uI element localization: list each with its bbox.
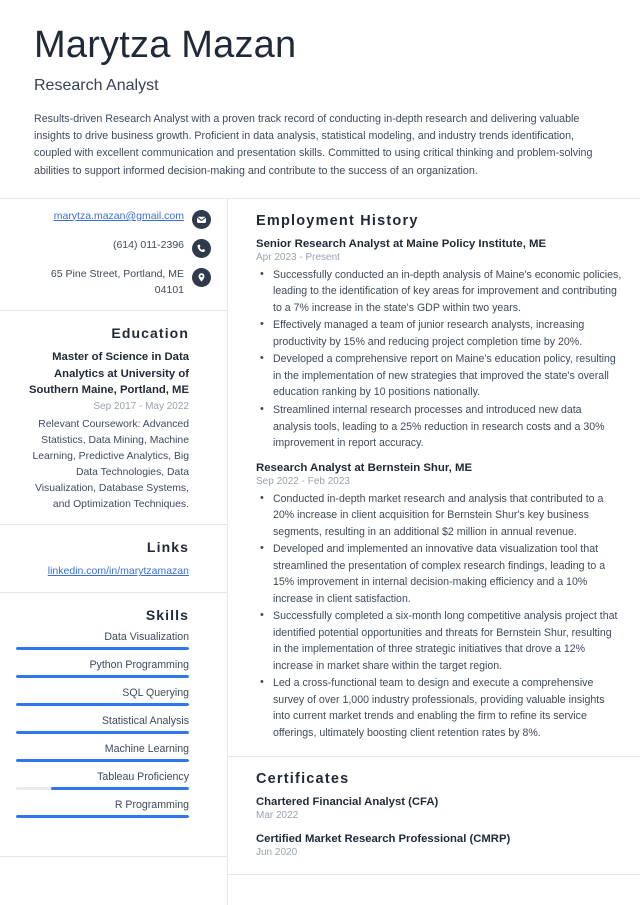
employment-entry-date: Sep 2022 - Feb 2023 [256,475,350,487]
location-pin-icon [192,267,211,287]
phone-icon [192,238,211,258]
employment-entry-title: Research Analyst at Bernstein Shur, ME [256,461,473,474]
employment-history-section: Employment History Senior Research Analy… [228,199,640,758]
certificate-date: Mar 2022 [256,810,299,822]
education-date: Sep 2017 - May 2022 [93,401,189,413]
bullet-item: Developed a comprehensive report on Main… [260,350,622,401]
employment-entry-bullets: Successfully conducted an in-depth analy… [256,266,622,452]
certificate-name: Chartered Financial Analyst (CFA) [256,796,439,809]
skill-item: Python Programming [16,659,189,679]
skill-label: Data Visualization [104,631,189,644]
employment-entry: Senior Research Analyst at Maine Policy … [256,238,622,452]
sidebar-bottom-divider [0,839,227,858]
skill-bar [16,815,189,819]
certificate-entry: Chartered Financial Analyst (CFA) Mar 20… [256,796,622,821]
certificates-title: Certificates [256,771,350,788]
employment-entry-title: Senior Research Analyst at Maine Policy … [256,237,547,250]
skill-bar-fill [16,675,189,679]
skill-bar-fill [50,787,189,791]
skill-item: R Programming [16,799,189,819]
bullet-item: Successfully conducted an in-depth analy… [260,266,622,317]
envelope-icon [192,209,211,229]
contact-row-email[interactable]: marytza.mazan@gmail.com [16,209,211,229]
bullet-item: Streamlined internal research processes … [260,401,622,452]
certificate-entry: Certified Market Research Professional (… [256,833,622,858]
links-title: Links [146,539,189,556]
resume-body: marytza.mazan@gmail.com (614) 011-2396 6… [0,197,640,905]
skill-bar [16,703,189,707]
certificate-date: Jun 2020 [256,847,298,859]
employment-history-title: Employment History [256,212,419,229]
bullet-item: Led a cross-functional team to design an… [260,674,622,741]
bullet-item: Successfully completed a six-month long … [260,607,622,674]
skill-label: Python Programming [89,659,189,672]
resume-header: Marytza Mazan Research Analyst Results-d… [0,0,640,180]
links-section: Links linkedin.com/in/marytzamazan [0,525,227,594]
skill-label: Machine Learning [104,743,189,756]
address-text: 65 Pine Street, Portland, ME 04101 [50,267,184,296]
resume-page: Marytza Mazan Research Analyst Results-d… [0,0,640,905]
skill-bar-fill [16,703,189,707]
skill-label: Tableau Proficiency [97,771,189,784]
skill-bar [16,731,189,735]
bullet-item: Conducted in-depth market research and a… [260,490,622,541]
skill-label: Statistical Analysis [101,715,189,728]
skill-label: SQL Querying [122,687,189,700]
skill-bar [16,787,189,791]
skill-bar [16,759,189,763]
education-degree: Master of Science in Data Analytics at U… [28,351,189,397]
skill-item: Data Visualization [16,631,189,651]
employment-entry-date: Apr 2023 - Present [256,251,340,263]
link-item-linkedin[interactable]: linkedin.com/in/marytzamazan [16,563,189,580]
main-bottom-divider [228,875,640,905]
skill-item: Machine Learning [16,743,189,763]
education-title: Education [111,325,189,342]
contact-block: marytza.mazan@gmail.com (614) 011-2396 6… [0,199,227,312]
phone-text: (614) 011-2396 [112,238,184,251]
skill-bar-fill [16,759,189,763]
skill-item: Tableau Proficiency [16,771,189,791]
skill-label: R Programming [114,799,189,812]
skill-item: SQL Querying [16,687,189,707]
contact-row-address: 65 Pine Street, Portland, ME 04101 [16,267,211,299]
candidate-job-title: Research Analyst [34,76,159,94]
candidate-name: Marytza Mazan [34,24,297,66]
skill-bar-fill [16,815,189,819]
certificates-section: Certificates Chartered Financial Analyst… [228,757,640,876]
skills-title: Skills [145,607,189,624]
certificate-name: Certified Market Research Professional (… [256,833,511,846]
education-description: Relevant Coursework: Advanced Statistics… [32,419,189,510]
sidebar: marytza.mazan@gmail.com (614) 011-2396 6… [0,198,228,905]
employment-entry: Research Analyst at Bernstein Shur, ME S… [256,462,622,742]
main-content: Employment History Senior Research Analy… [228,199,640,905]
employment-entry-bullets: Conducted in-depth market research and a… [256,490,622,742]
education-section: Education Master of Science in Data Anal… [0,311,227,526]
professional-summary: Results-driven Research Analyst with a p… [34,112,593,177]
skills-section: Skills Data Visualization Python Program… [0,593,227,839]
skill-bar [16,675,189,679]
bullet-item: Effectively managed a team of junior res… [260,316,622,350]
skill-bar [16,647,189,651]
email-text[interactable]: marytza.mazan@gmail.com [54,209,184,225]
skill-item: Statistical Analysis [16,715,189,735]
skill-bar-fill [16,647,189,651]
bullet-item: Developed and implemented an innovative … [260,540,622,607]
skill-bar-fill [16,731,189,735]
contact-row-phone[interactable]: (614) 011-2396 [16,238,211,258]
